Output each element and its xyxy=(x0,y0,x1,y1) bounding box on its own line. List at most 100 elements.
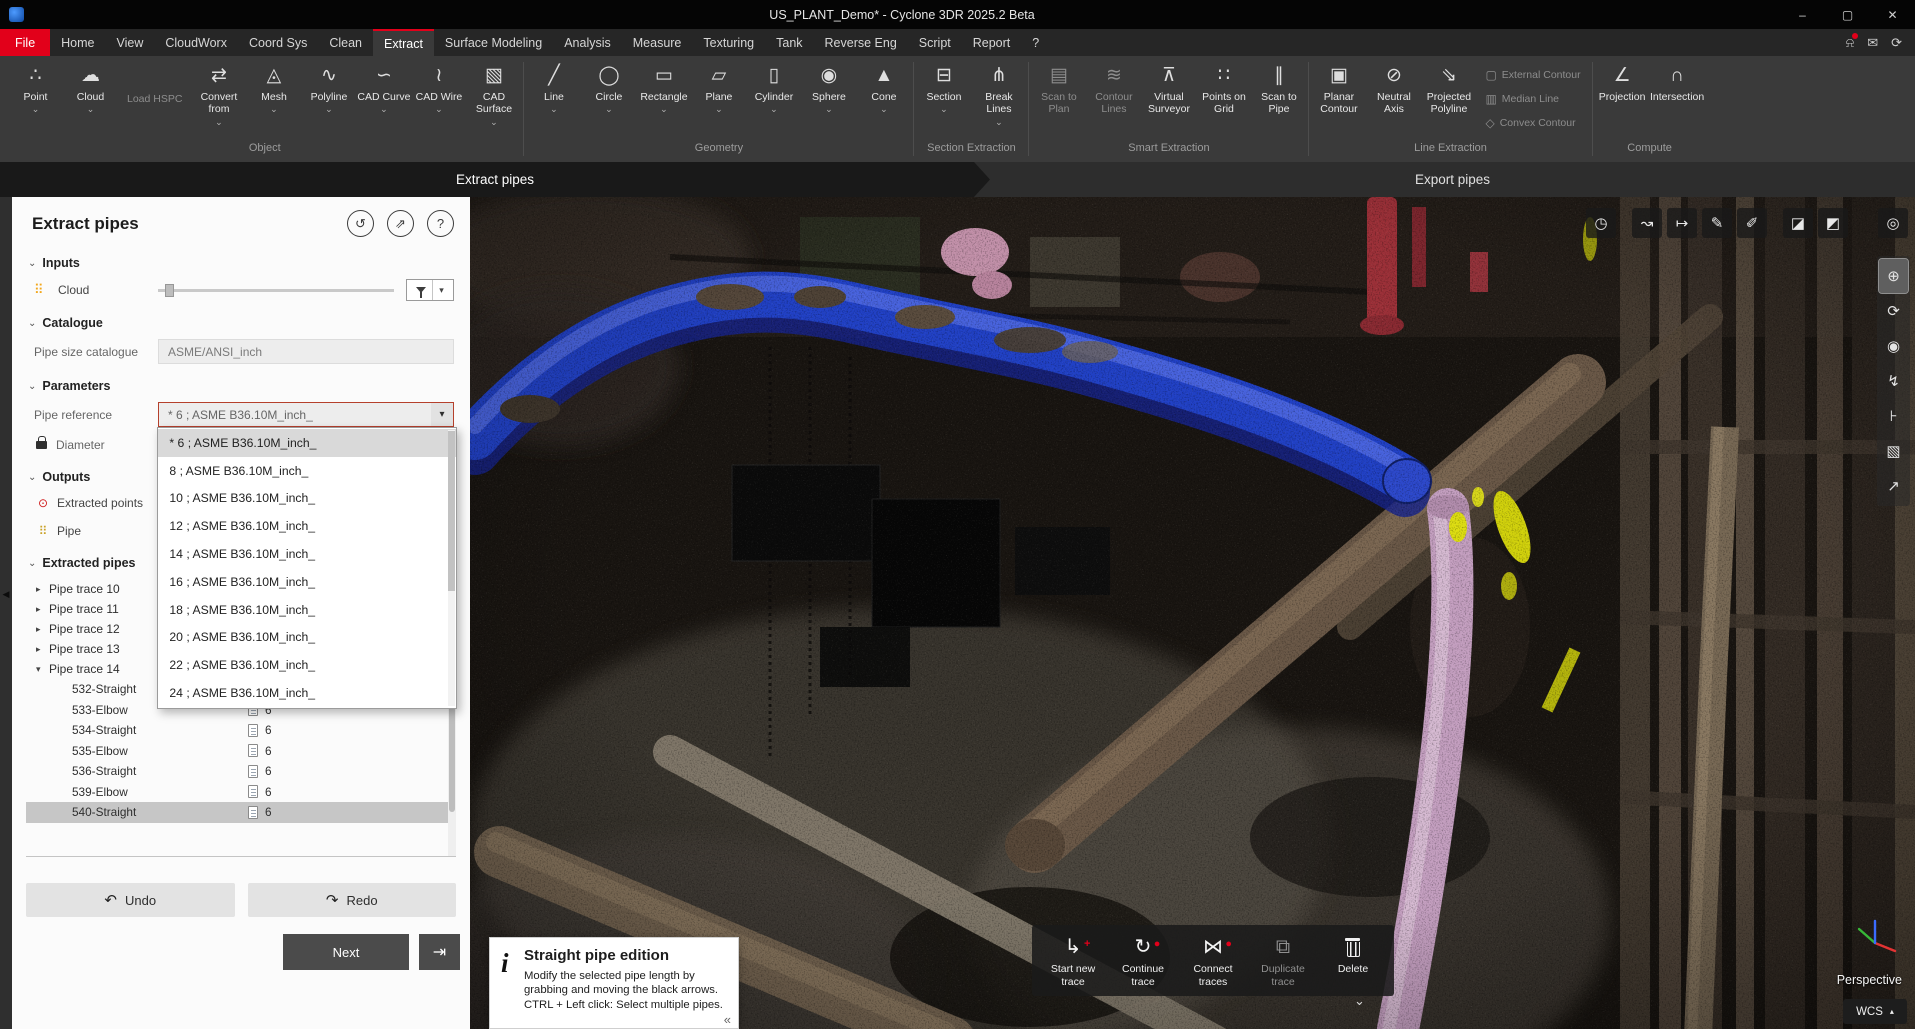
pipe-reference-option[interactable]: 16 ; ASME B36.10M_inch_ xyxy=(158,568,456,596)
ribbon-cone-button[interactable]: ▲Cone⌄ xyxy=(856,56,911,142)
ribbon-cylinder-button[interactable]: ▯Cylinder⌄ xyxy=(746,56,801,142)
menu-item[interactable]: Clean xyxy=(318,29,373,56)
tree-item-540-straight[interactable]: 540-Straight 6 xyxy=(26,802,456,823)
ribbon-circle-button[interactable]: ◯Circle⌄ xyxy=(581,56,636,142)
wcs-selector[interactable]: WCS ▴ xyxy=(1843,999,1907,1024)
ribbon-load-hspc-button[interactable]: Load HSPC xyxy=(118,87,191,111)
ribbon-scan-to-pipe-button[interactable]: ∥Scan to Pipe xyxy=(1251,56,1306,142)
section-parameters[interactable]: ⌄ Parameters xyxy=(12,368,470,398)
pen-add-icon[interactable]: ✐ xyxy=(1737,208,1767,238)
ribbon-projected-polyline-button[interactable]: ⇘Projected Polyline xyxy=(1421,56,1476,142)
ribbon-rectangle-button[interactable]: ▭Rectangle⌄ xyxy=(636,56,691,142)
minimize-button[interactable]: – xyxy=(1780,0,1825,29)
tree-item-536-straight[interactable]: 536-Straight 6 xyxy=(26,761,456,782)
validate-exit-button[interactable]: ⇥ xyxy=(419,934,460,970)
tree-expander-icon[interactable]: ▸ xyxy=(36,604,49,615)
tab-export-pipes[interactable]: Export pipes xyxy=(990,162,1915,197)
ribbon-convex-contour-button[interactable]: ◇Convex Contour xyxy=(1476,111,1589,135)
pipe-reference-option[interactable]: 8 ; ASME B36.10M_inch_ xyxy=(158,457,456,485)
menu-item[interactable]: Texturing xyxy=(692,29,765,56)
trace-extend-tool-icon[interactable]: ↦ xyxy=(1667,208,1697,238)
ribbon-external-contour-button[interactable]: ▢External Contour xyxy=(1476,63,1589,87)
menu-item[interactable]: Report xyxy=(962,29,1022,56)
export-results-button[interactable]: ⇗ xyxy=(387,210,414,237)
pipe-reference-option[interactable]: 12 ; ASME B36.10M_inch_ xyxy=(158,512,456,540)
pipe-reference-option[interactable]: 14 ; ASME B36.10M_inch_ xyxy=(158,540,456,568)
ribbon-mesh-button[interactable]: ◬Mesh⌄ xyxy=(246,56,301,142)
sync-icon[interactable]: ⟳ xyxy=(1891,35,1902,51)
connect-traces-button[interactable]: ⋈● Connect traces xyxy=(1184,935,1242,988)
menu-item[interactable]: Extract xyxy=(373,29,434,56)
menu-item[interactable]: Home xyxy=(50,29,105,56)
ribbon-section-button[interactable]: ⊟Section⌄ xyxy=(916,56,971,142)
pipe-reference-option[interactable]: * 6 ; ASME B36.10M_inch_ xyxy=(158,429,456,457)
cube-icon[interactable]: ▧ xyxy=(1879,434,1908,468)
next-button[interactable]: Next xyxy=(283,934,409,970)
ribbon-scan-to-plan-button[interactable]: ▤Scan to Plan xyxy=(1031,56,1086,142)
maximize-button[interactable]: ▢ xyxy=(1825,0,1870,29)
hide-toolbar-chevron-icon[interactable]: ⌄ xyxy=(1354,993,1365,1009)
undo-button[interactable]: ↶ Undo xyxy=(26,883,235,917)
ribbon-break-lines-button[interactable]: ⋔Break Lines⌄ xyxy=(971,56,1026,142)
eye-icon[interactable]: ◉ xyxy=(1879,329,1908,363)
rotation-center-icon[interactable]: ◎ xyxy=(1878,208,1908,238)
ribbon-polyline-button[interactable]: ∿Polyline⌄ xyxy=(301,56,356,142)
dropdown-scrollbar[interactable] xyxy=(448,430,455,706)
ribbon-projection-button[interactable]: ∠Projection xyxy=(1595,56,1650,142)
ribbon-cad-surface-button[interactable]: ▧CAD Surface⌄ xyxy=(466,56,521,142)
tree-expander-icon[interactable]: ▾ xyxy=(36,664,49,675)
ribbon-neutral-axis-button[interactable]: ⊘Neutral Axis xyxy=(1366,56,1421,142)
projection-mode-label[interactable]: Perspective xyxy=(1837,973,1902,987)
notifications-icon[interactable]: ⍾ xyxy=(1846,35,1855,51)
section-inputs[interactable]: ⌄ Inputs xyxy=(12,245,470,275)
pipe-reference-option[interactable]: 20 ; ASME B36.10M_inch_ xyxy=(158,624,456,652)
duplicate-trace-button[interactable]: ⧉ Duplicate trace xyxy=(1254,935,1312,988)
ribbon-convert-from-button[interactable]: ⇄Convert from⌄ xyxy=(191,56,246,142)
pipe-reference-option[interactable]: 18 ; ASME B36.10M_inch_ xyxy=(158,596,456,624)
menu-item[interactable]: Script xyxy=(908,29,962,56)
menu-item[interactable]: Surface Modeling xyxy=(434,29,553,56)
close-button[interactable]: ✕ xyxy=(1870,0,1915,29)
tree-expander-icon[interactable]: ▸ xyxy=(36,624,49,635)
eraser-dark-icon[interactable]: ◪ xyxy=(1783,208,1813,238)
pipe-reference-option[interactable]: 22 ; ASME B36.10M_inch_ xyxy=(158,651,456,679)
menu-item[interactable]: Reverse Eng xyxy=(814,29,908,56)
tooltip-collapse-icon[interactable]: « xyxy=(724,1012,731,1027)
eraser-light-icon[interactable]: ◩ xyxy=(1818,208,1848,238)
trace-edit-tool-icon[interactable]: ↝ xyxy=(1632,208,1662,238)
help-button[interactable]: ? xyxy=(427,210,454,237)
menu-item[interactable]: ? xyxy=(1021,29,1050,56)
menu-item[interactable]: View xyxy=(106,29,155,56)
ribbon-median-line-button[interactable]: ▥Median Line xyxy=(1476,87,1589,111)
section-catalogue[interactable]: ⌄ Catalogue xyxy=(12,305,470,335)
history-clock-icon[interactable]: ◷ xyxy=(1586,208,1616,238)
ribbon-line-button[interactable]: ╱Line⌄ xyxy=(526,56,581,142)
menu-item[interactable]: Tank xyxy=(765,29,813,56)
menu-item[interactable]: File xyxy=(0,29,50,56)
pipe-reference-select[interactable]: * 6 ; ASME B36.10M_inch_ ▾ * 6 ; ASME B3… xyxy=(158,402,454,427)
pick-target-icon[interactable]: ⊕ xyxy=(1879,259,1908,293)
cloud-opacity-slider[interactable] xyxy=(158,281,394,299)
panel-collapse-button[interactable]: ◀ xyxy=(3,589,10,1029)
level-icon[interactable]: ⊦ xyxy=(1879,399,1908,433)
chevron-down-icon[interactable]: ▾ xyxy=(431,403,453,426)
pen-edit-icon[interactable]: ✎ xyxy=(1702,208,1732,238)
lightning-icon[interactable]: ↯ xyxy=(1879,364,1908,398)
reset-history-button[interactable]: ↺ xyxy=(347,210,374,237)
feedback-icon[interactable]: ✉ xyxy=(1867,35,1878,51)
tree-item-535-elbow[interactable]: 535-Elbow 6 xyxy=(26,741,456,762)
ribbon-points-on-grid-button[interactable]: ∷Points on Grid xyxy=(1196,56,1251,142)
ribbon-cad-curve-button[interactable]: ∽CAD Curve⌄ xyxy=(356,56,411,142)
start-new-trace-button[interactable]: ↳+ Start new trace xyxy=(1044,935,1102,988)
ribbon-cad-wire-button[interactable]: ≀CAD Wire⌄ xyxy=(411,56,466,142)
slider-handle[interactable] xyxy=(165,284,174,297)
tree-expander-icon[interactable]: ▸ xyxy=(36,584,49,595)
cloud-filter-button[interactable]: ▾ xyxy=(406,279,454,301)
menu-item[interactable]: Measure xyxy=(622,29,693,56)
orbit-icon[interactable]: ⟳ xyxy=(1879,294,1908,328)
ribbon-point-button[interactable]: ∴Point⌄ xyxy=(8,56,63,142)
ribbon-virtual-surveyor-button[interactable]: ⊼Virtual Surveyor xyxy=(1141,56,1196,142)
continue-trace-button[interactable]: ↻● Continue trace xyxy=(1114,935,1172,988)
redo-button[interactable]: ↷ Redo xyxy=(248,883,457,917)
ribbon-contour-lines-button[interactable]: ≋Contour Lines xyxy=(1086,56,1141,142)
